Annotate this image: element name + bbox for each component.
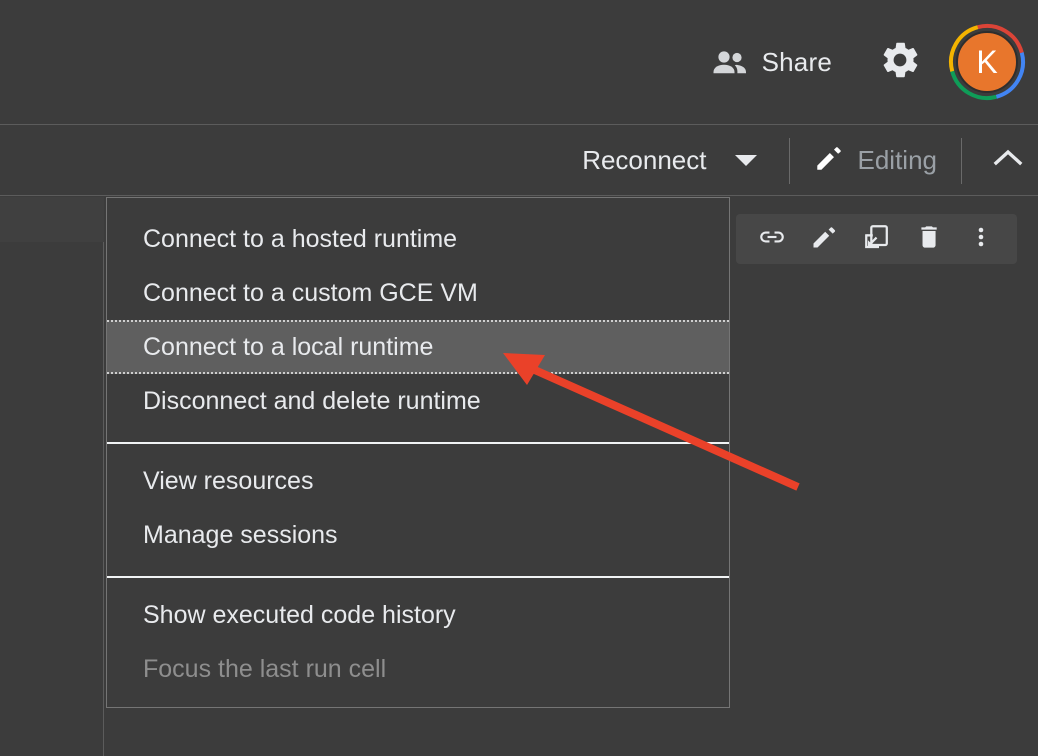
reconnect-label: Reconnect [582,145,707,175]
share-button[interactable]: Share [700,41,844,84]
reconnect-button[interactable]: Reconnect [582,126,772,195]
menu-item-disconnect-and-delete-runtime[interactable]: Disconnect and delete runtime [107,374,729,428]
menu-item-focus-the-last-run-cell: Focus the last run cell [143,654,387,683]
people-icon [712,49,748,75]
menu-item-connect-local-runtime[interactable]: Connect to a local runtime [107,320,729,374]
top-header-bar: Share K [0,0,1038,125]
colab-window: Share K Reconnect Editing Connect to a h… [0,0,1038,756]
runtime-toolbar-row: Reconnect Editing [0,126,1038,196]
toolbar-divider-2 [961,137,962,184]
notebook-left-gutter [0,197,104,756]
more-cell-actions-button[interactable] [959,219,1003,259]
settings-button[interactable] [874,34,926,91]
delete-cell-button[interactable] [907,219,951,259]
mirror-cell-button[interactable] [854,219,898,259]
toolbar-divider-1 [788,137,790,184]
menu-item-show-executed-code-history[interactable]: Show executed code history [107,588,729,642]
cell-block-highlight [0,197,104,242]
share-label: Share [761,46,832,77]
pencil-icon [814,143,844,178]
google-account-ring-icon [949,23,1025,100]
editing-label: Editing [857,145,938,175]
collapse-toolbar-button[interactable] [978,142,1038,179]
account-avatar-button[interactable]: K [948,23,1026,101]
gear-icon [880,40,920,85]
copy-cell-link-button[interactable] [750,219,794,259]
mirror-cell-icon [861,222,891,257]
chevron-up-icon [992,142,1024,179]
trash-icon [915,223,943,256]
edit-cell-button[interactable] [802,219,846,259]
more-vert-icon [969,225,993,254]
menu-item-connect-hosted-runtime[interactable]: Connect to a hosted runtime [107,212,729,266]
menu-item-connect-custom-gce-vm[interactable]: Connect to a custom GCE VM [107,266,729,320]
editing-status-button[interactable]: Editing [806,143,946,178]
menu-separator-2 [107,576,729,578]
notebook-right-area [730,197,1038,756]
menu-item-manage-sessions[interactable]: Manage sessions [107,508,729,562]
pencil-icon [810,223,838,256]
cell-action-toolbar [736,214,1017,264]
runtime-dropdown-menu: Connect to a hosted runtime Connect to a… [106,197,730,708]
chevron-down-icon[interactable] [734,155,757,166]
menu-separator-1 [107,442,729,444]
link-icon [758,223,786,256]
menu-item-view-resources[interactable]: View resources [107,454,729,508]
